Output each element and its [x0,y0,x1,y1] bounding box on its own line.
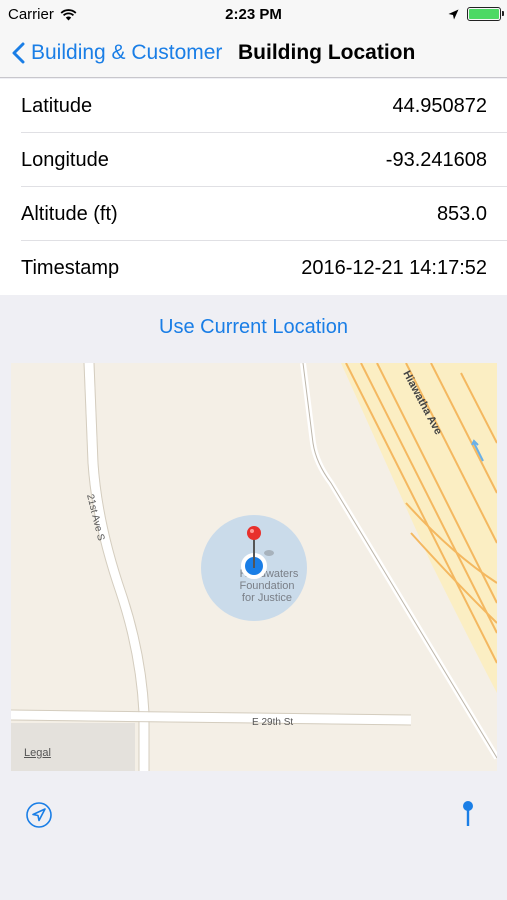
map-pin-icon [463,801,473,826]
pin-head [247,526,261,540]
map-view[interactable]: 21st Ave S E 29th St Hiawatha Ave Headwa… [11,363,497,771]
table-row-timestamp: Timestamp 2016-12-21 14:17:52 [0,241,507,295]
avenue-road [84,363,149,771]
table-row-longitude: Longitude -93.241608 [0,133,507,187]
drop-pin-button[interactable] [457,800,487,830]
poi-line-2: Foundation [239,580,294,592]
bottom-toolbar [0,782,507,848]
status-right [448,7,504,21]
pin-shadow [264,550,274,556]
row-label: Timestamp [21,256,120,279]
back-button[interactable]: Building & Customer [12,28,222,78]
carrier-label: Carrier [8,5,54,23]
location-services-icon [448,9,459,19]
poi-line-3: for Justice [242,592,292,604]
row-value: 853.0 [436,202,487,225]
highway-band [341,363,497,693]
use-current-location-button[interactable]: Use Current Location [0,302,507,352]
page-title: Building Location [238,41,416,64]
row-value: 2016-12-21 14:17:52 [301,256,487,279]
row-label: Longitude [21,148,109,171]
chevron-left-icon [12,42,25,64]
table-row-latitude: Latitude 44.950872 [0,79,507,133]
status-bar: Carrier 2:23 PM [0,0,507,28]
back-button-label: Building & Customer [31,41,223,64]
navigation-bar: Building & Customer Building Location [0,28,507,78]
battery-level [469,9,499,19]
row-label: Altitude (ft) [21,202,118,225]
street-road [11,710,412,725]
legal-link[interactable]: Legal [24,747,51,759]
status-left: Carrier [8,6,77,23]
map-canvas: 21st Ave S E 29th St Hiawatha Ave Headwa… [11,363,497,771]
location-arrow-button[interactable] [24,800,54,830]
street-label: E 29th St [252,717,293,728]
row-value: -93.241608 [385,148,487,171]
wifi-icon [60,8,77,20]
table-row-altitude: Altitude (ft) 853.0 [0,187,507,241]
location-arrow-icon [26,802,52,828]
row-label: Latitude [21,94,93,117]
battery-icon [467,7,504,21]
location-table: Latitude 44.950872 Longitude -93.241608 … [0,79,507,295]
row-value: 44.950872 [392,94,487,117]
